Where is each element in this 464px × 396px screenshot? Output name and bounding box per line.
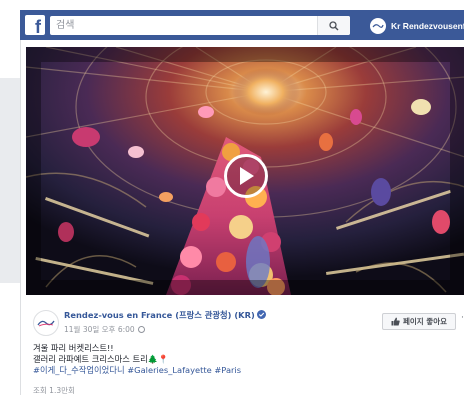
- profile-link[interactable]: Kr Rendezvousenfra: [370, 16, 464, 35]
- search-button[interactable]: [317, 16, 350, 35]
- thumbs-up-icon: [391, 317, 400, 326]
- verified-badge-icon: [256, 310, 266, 319]
- brand-logo-icon: [372, 23, 384, 28]
- left-sidebar-strip: [0, 78, 21, 283]
- tree-pin-emoji-icon: 🌲📍: [147, 354, 169, 364]
- post-timestamp[interactable]: 11월 30일 오후 6:00: [64, 325, 135, 334]
- play-icon: [240, 167, 254, 185]
- video-player[interactable]: [26, 47, 464, 295]
- search-box: [50, 16, 350, 35]
- page-name-link[interactable]: Rendez-vous en France (프랑스 관광청) (KR): [64, 309, 266, 321]
- search-input[interactable]: [50, 16, 317, 35]
- post-text-line-2-text: 갤러리 라파예트 크리스마스 트리: [33, 354, 148, 364]
- post-text-line-2: 갤러리 라파예트 크리스마스 트리🌲📍: [33, 354, 453, 365]
- hashtags[interactable]: #이게_다_수작업이었다니 #Galeries_Lafayette #Paris: [33, 365, 453, 376]
- post-header: Rendez-vous en France (프랑스 관광청) (KR) 11월…: [33, 305, 464, 337]
- globe-icon: [137, 326, 145, 333]
- like-page-button[interactable]: 페이지 좋아요: [382, 313, 456, 330]
- page-logo-icon: [37, 320, 55, 327]
- post-text: 겨울 파리 버켓리스트!! 갤러리 라파예트 크리스마스 트리🌲📍 #이게_다_…: [33, 343, 453, 376]
- post-text-line-1: 겨울 파리 버켓리스트!!: [33, 343, 114, 353]
- page-avatar[interactable]: [33, 310, 59, 336]
- post-meta: 11월 30일 오후 6:00: [64, 324, 145, 335]
- facebook-logo[interactable]: f: [25, 15, 45, 35]
- page-name-text[interactable]: Rendez-vous en France (프랑스 관광청) (KR): [64, 310, 255, 320]
- profile-name: Kr Rendezvousenfra: [391, 20, 464, 31]
- facebook-top-bar: f Kr Rendezvousenfra: [20, 10, 464, 41]
- search-icon: [329, 20, 339, 30]
- play-button[interactable]: [224, 154, 268, 198]
- view-count: 조회 1.3만회: [33, 386, 75, 395]
- video-post: Rendez-vous en France (프랑스 관광청) (KR) 11월…: [20, 40, 464, 395]
- like-page-label: 페이지 좋아요: [402, 317, 447, 326]
- profile-avatar: [370, 17, 386, 34]
